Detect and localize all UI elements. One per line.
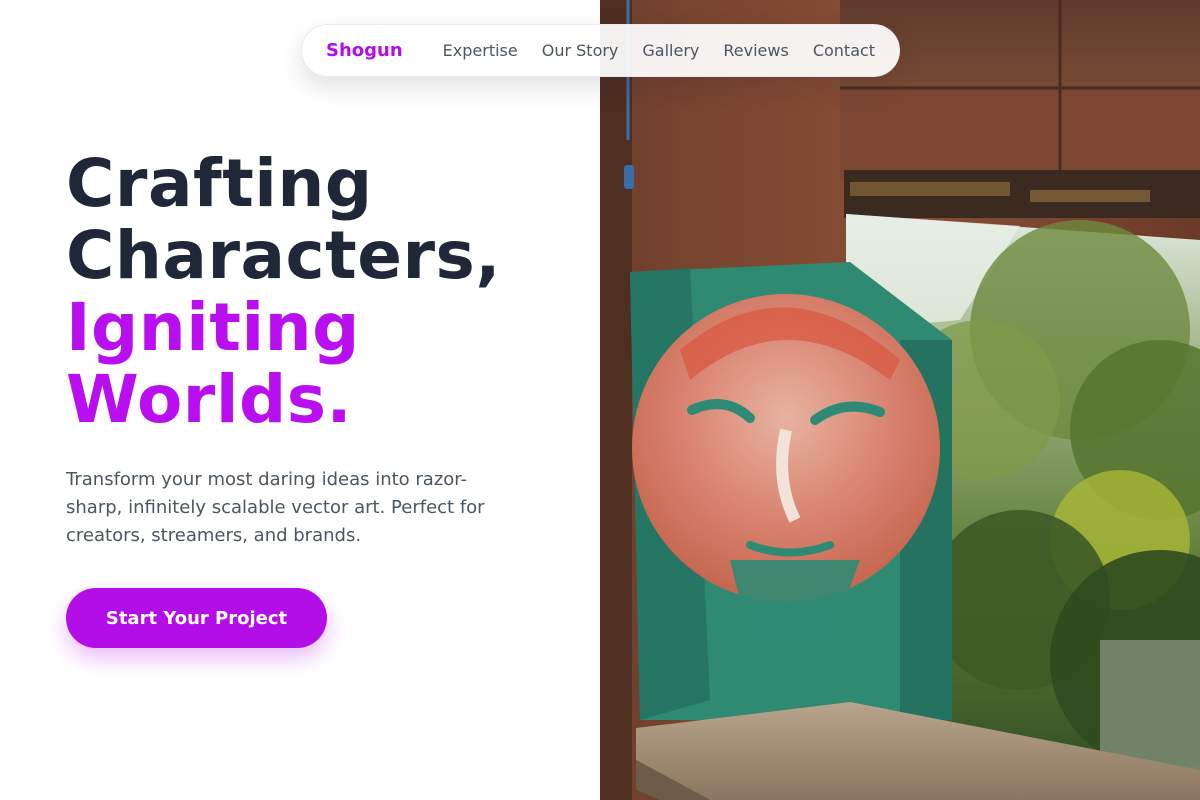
nav-link-gallery[interactable]: Gallery — [642, 41, 699, 60]
hero-image — [600, 0, 1200, 800]
headline-line-1: Crafting — [66, 145, 373, 222]
nav-link-expertise[interactable]: Expertise — [443, 41, 518, 60]
nav-link-reviews[interactable]: Reviews — [723, 41, 788, 60]
headline-accent-line-2: Worlds. — [66, 361, 353, 438]
hero-section: Crafting Characters, Igniting Worlds. Tr… — [66, 148, 566, 550]
landing-page: Shogun Expertise Our Story Gallery Revie… — [0, 0, 1200, 800]
start-project-button[interactable]: Start Your Project — [66, 588, 327, 648]
brand-logo-link[interactable]: Shogun — [326, 40, 403, 61]
headline-line-2: Characters, — [66, 217, 501, 294]
hero-subtext: Transform your most daring ideas into ra… — [66, 469, 485, 546]
nav-link-our-story[interactable]: Our Story — [542, 41, 619, 60]
nav-links: Expertise Our Story Gallery Reviews Cont… — [443, 41, 875, 60]
nav-link-contact[interactable]: Contact — [813, 41, 875, 60]
top-navigation: Shogun Expertise Our Story Gallery Revie… — [301, 24, 900, 77]
headline-accent-line-1: Igniting — [66, 289, 360, 366]
hero-headline: Crafting Characters, Igniting Worlds. — [66, 148, 566, 436]
